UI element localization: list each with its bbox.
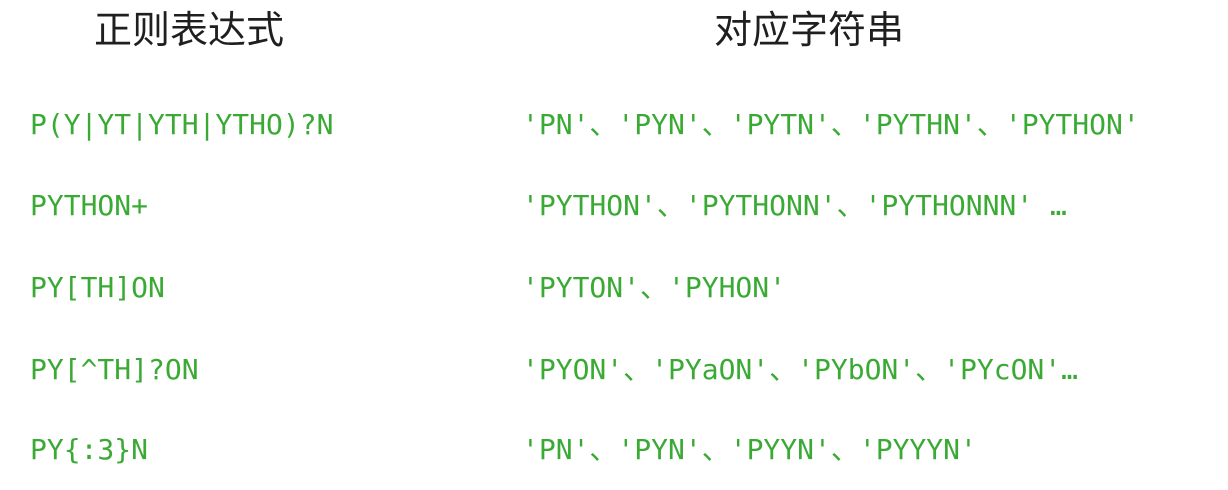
table-row: PY[^TH]?ON 'PYON'、'PYaON'、'PYbON'、'PYcON…: [0, 345, 1228, 395]
matching-strings: 'PN'、'PYN'、'PYTN'、'PYTHN'、'PYTHON': [522, 108, 1140, 141]
table-row: P(Y|YT|YTH|YTHO)?N 'PN'、'PYN'、'PYTN'、'PY…: [0, 100, 1228, 150]
regex-pattern: PY[TH]ON: [30, 271, 165, 304]
table-row: PY{:3}N 'PN'、'PYN'、'PYYN'、'PYYYN': [0, 425, 1228, 475]
regex-table: 正则表达式 对应字符串 P(Y|YT|YTH|YTHO)?N 'PN'、'PYN…: [0, 0, 1228, 490]
regex-pattern: PY{:3}N: [30, 433, 149, 466]
matching-strings: 'PN'、'PYN'、'PYYN'、'PYYYN': [522, 433, 977, 466]
regex-pattern: P(Y|YT|YTH|YTHO)?N: [30, 108, 334, 141]
matching-strings: 'PYTON'、'PYHON': [522, 271, 787, 304]
regex-pattern: PY[^TH]?ON: [30, 353, 199, 386]
rows-container: P(Y|YT|YTH|YTHO)?N 'PN'、'PYN'、'PYTN'、'PY…: [0, 0, 1228, 490]
regex-pattern: PYTHON+: [30, 189, 149, 222]
table-row: PY[TH]ON 'PYTON'、'PYHON': [0, 263, 1228, 313]
matching-strings: 'PYON'、'PYaON'、'PYbON'、'PYcON'…: [522, 353, 1079, 386]
matching-strings: 'PYTHON'、'PYTHONN'、'PYTHONNN' …: [522, 189, 1067, 222]
table-row: PYTHON+ 'PYTHON'、'PYTHONN'、'PYTHONNN' …: [0, 181, 1228, 231]
